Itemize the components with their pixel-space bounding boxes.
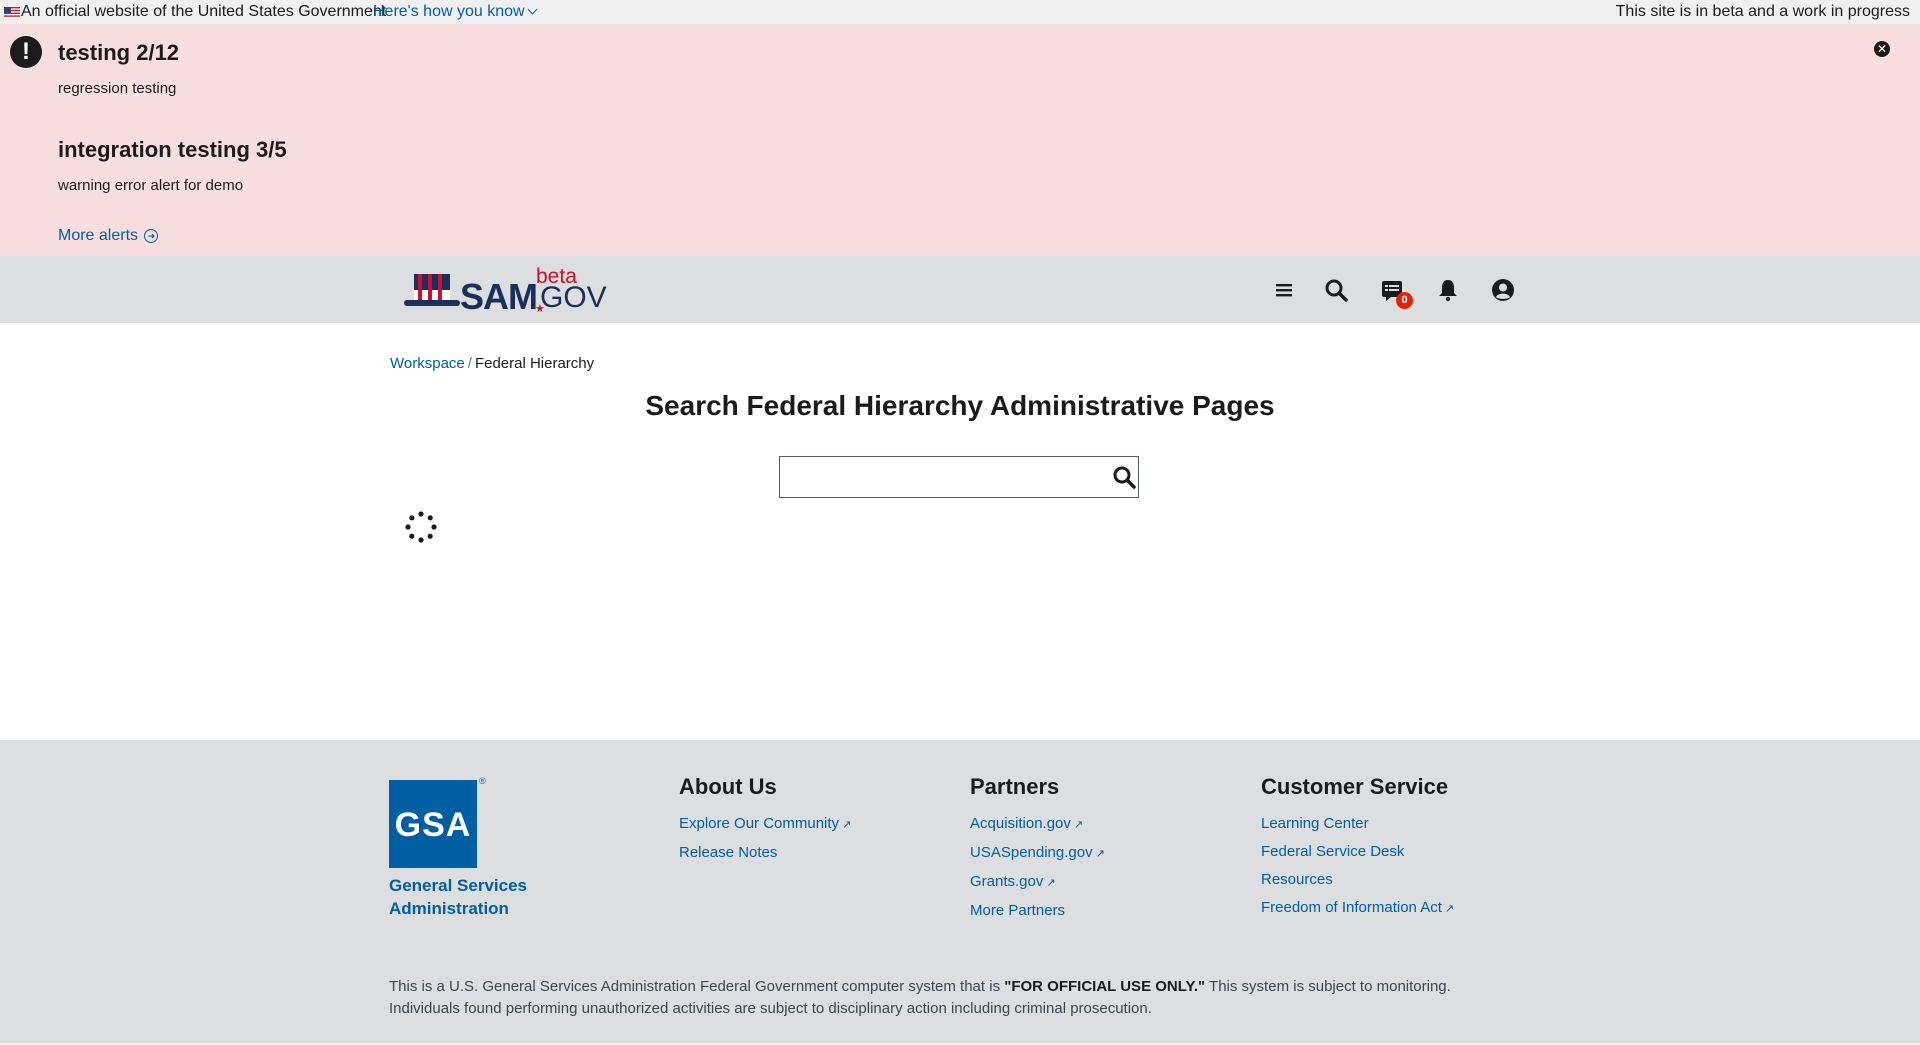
loading-spinner-icon — [405, 511, 437, 543]
footer-link-label: More Partners — [970, 902, 1066, 919]
disclaimer-text: This is a U.S. General Services Administ… — [389, 978, 1005, 995]
breadcrumb-separator: / — [467, 355, 472, 372]
footer-link-label: Explore Our Community — [679, 815, 840, 832]
beta-notice: This site is in beta and a work in progr… — [1615, 3, 1910, 20]
more-alerts-label: More alerts — [58, 227, 139, 244]
breadcrumb-current: Federal Hierarchy — [474, 355, 595, 372]
footer-heading: Customer Service — [1261, 774, 1449, 799]
close-icon[interactable]: ✕ — [1874, 41, 1890, 57]
external-link-icon: ↗ — [842, 819, 852, 831]
external-link-icon: ↗ — [1046, 877, 1056, 889]
footer-link-label: Acquisition.gov — [970, 815, 1071, 832]
footer-link-label: Release Notes — [679, 844, 778, 861]
gsa-logo[interactable]: GSA — [389, 780, 477, 868]
bell-icon[interactable] — [1436, 278, 1460, 302]
footer-link[interactable]: Freedom of Information Act ↗ — [1261, 894, 1454, 923]
footer-link-label: Federal Service Desk — [1261, 843, 1405, 860]
footer-link-label: Grants.gov — [970, 873, 1044, 890]
external-link-icon: ↗ — [1095, 848, 1105, 860]
search-input[interactable] — [780, 457, 1114, 496]
footer-column-customer-service: Customer Service Learning Center Federal… — [1261, 774, 1454, 923]
gov-banner: An official website of the United States… — [0, 0, 1920, 24]
footer-link[interactable]: Acquisition.gov ↗ — [970, 810, 1105, 839]
more-alerts-link[interactable]: More alerts ➜ — [58, 227, 159, 245]
exclamation-icon: ! — [10, 36, 42, 68]
search-icon[interactable] — [1324, 278, 1348, 302]
logo-gov-text: GOV — [540, 281, 607, 314]
arrow-right-circle-icon: ➜ — [144, 228, 159, 243]
page-title: Search Federal Hierarchy Administrative … — [645, 390, 1275, 421]
footer-link[interactable]: USASpending.gov ↗ — [970, 839, 1105, 868]
footer-link[interactable]: Resources — [1261, 866, 1454, 894]
how-you-know-link[interactable]: Here's how you know — [373, 0, 538, 24]
chevron-down-icon — [527, 4, 538, 15]
footer-link[interactable]: Grants.gov ↗ — [970, 868, 1105, 897]
footer-link[interactable]: Release Notes — [679, 839, 851, 867]
footer-column-partners: Partners Acquisition.gov ↗ USASpending.go… — [970, 774, 1105, 925]
registered-mark-icon: ® — [479, 776, 486, 786]
site-header: SAM beta ★ GOV 0 — [0, 256, 1920, 323]
gsa-name-line: General Services — [389, 876, 527, 895]
logo-sam-text: SAM — [460, 276, 538, 317]
footer-link[interactable]: More Partners — [970, 897, 1105, 925]
breadcrumb: Workspace / Federal Hierarchy — [390, 355, 594, 372]
external-link-icon: ↗ — [1073, 819, 1084, 831]
footer-disclaimer: This is a U.S. General Services Administ… — [389, 976, 1519, 1020]
footer-link[interactable]: Explore Our Community ↗ — [679, 810, 851, 839]
footer-link-label: Freedom of Information Act — [1261, 899, 1442, 916]
gsa-name-line: Administration — [389, 899, 509, 918]
footer-link[interactable]: Federal Service Desk — [1261, 838, 1454, 866]
search-button-icon[interactable] — [1112, 465, 1136, 489]
gsa-name: General Services Administration — [389, 874, 527, 920]
footer-link-label: Learning Center — [1261, 815, 1369, 832]
alerts-banner: ! testing 2/12 regression testing integr… — [0, 24, 1920, 256]
alert-title: testing 2/12 — [58, 40, 180, 65]
footer-column-about: About Us Explore Our Community ↗ Release … — [679, 774, 851, 867]
footer-link-label: Resources — [1261, 871, 1333, 888]
official-site-text: An official website of the United States… — [21, 3, 387, 20]
disclaimer-emphasis: "FOR OFFICIAL USE ONLY." — [1004, 978, 1206, 995]
how-you-know-label: Here's how you know — [373, 3, 525, 20]
site-footer: GSA ® General Services Administration Ab… — [0, 740, 1920, 1045]
breadcrumb-workspace-link[interactable]: Workspace — [390, 355, 465, 372]
footer-heading: Partners — [970, 774, 1060, 799]
uncle-sam-hat-icon — [404, 274, 460, 306]
external-link-icon: ↗ — [1444, 903, 1455, 915]
alert-title: integration testing 3/5 — [58, 137, 287, 162]
footer-heading: About Us — [679, 774, 777, 799]
alert-body: regression testing — [58, 80, 177, 97]
footer-link[interactable]: Learning Center — [1261, 810, 1454, 838]
menu-icon[interactable] — [1272, 278, 1296, 302]
user-icon[interactable] — [1491, 278, 1515, 302]
alert-body: warning error alert for demo — [58, 177, 244, 194]
search-box — [779, 456, 1139, 498]
sam-gov-logo[interactable]: SAM beta ★ GOV — [404, 265, 614, 317]
us-flag-icon — [4, 7, 20, 18]
notification-badge: 0 — [1396, 292, 1413, 309]
footer-link-label: USASpending.gov — [970, 844, 1093, 861]
